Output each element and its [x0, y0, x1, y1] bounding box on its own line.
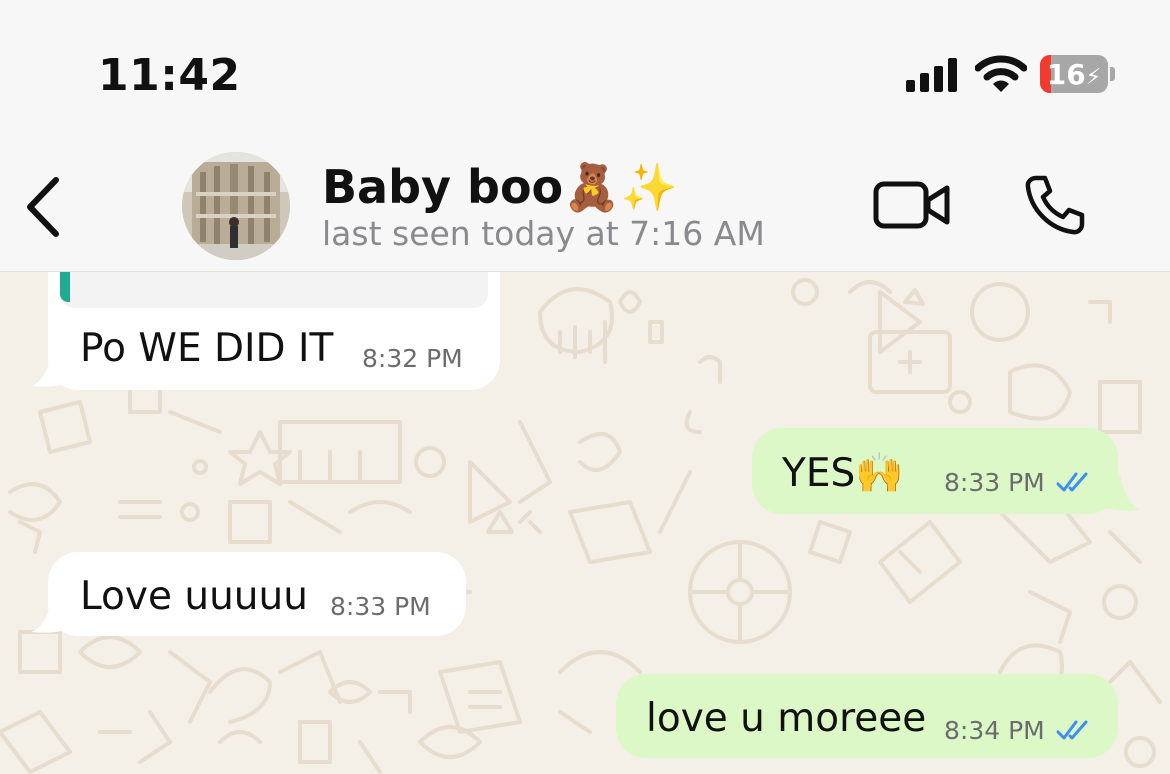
message-timestamp: 8:33 PM [330, 592, 431, 621]
read-receipt-double-check-icon [1056, 720, 1088, 740]
message-timestamp: 8:32 PM [362, 344, 463, 373]
back-chevron-icon[interactable] [20, 172, 70, 242]
read-receipt-double-check-icon [1056, 472, 1088, 492]
message-text: Po WE DID IT [80, 326, 334, 371]
status-time: 11:42 [98, 50, 241, 101]
message-bubble-incoming[interactable]: Love uuuuu 8:33 PM [48, 552, 466, 636]
message-timestamp: 8:34 PM [944, 716, 1045, 745]
chat-header: 11:42 16⚡ Baby boo🧸✨ last seen today at … [0, 0, 1170, 272]
video-call-icon[interactable] [872, 178, 952, 232]
message-text: Love uuuuu [80, 574, 308, 619]
message-text: YES🙌 [782, 451, 904, 496]
quoted-reply-preview[interactable] [60, 272, 488, 308]
wifi-icon [975, 55, 1027, 92]
battery-indicator: 16⚡ [1040, 55, 1108, 93]
battery-percentage: 16⚡ [1046, 58, 1102, 91]
phone-call-icon[interactable] [1022, 172, 1088, 238]
avatar-photo [182, 152, 290, 260]
message-timestamp: 8:33 PM [944, 468, 1045, 497]
quoted-reply-accent [60, 272, 70, 302]
bubble-tail [32, 596, 66, 633]
bubble-tail [32, 350, 66, 387]
contact-name[interactable]: Baby boo🧸✨ [322, 160, 678, 215]
battery-cap [1110, 67, 1115, 81]
cellular-signal-icon [906, 58, 957, 92]
bubble-tail [1106, 474, 1140, 511]
charging-bolt-icon: ⚡ [1085, 65, 1102, 90]
contact-avatar[interactable] [182, 152, 290, 260]
message-bubble-outgoing[interactable]: YES🙌 8:33 PM [752, 428, 1118, 514]
chat-message-area[interactable]: Po WE DID IT 8:32 PM YES🙌 8:33 PM Love u… [0, 272, 1170, 774]
message-bubble-incoming[interactable]: Po WE DID IT 8:32 PM [48, 272, 500, 390]
message-bubble-outgoing[interactable]: love u moreee 8:34 PM [616, 674, 1118, 758]
last-seen-status: last seen today at 7:16 AM [322, 214, 765, 253]
message-text: love u moreee [646, 696, 927, 741]
